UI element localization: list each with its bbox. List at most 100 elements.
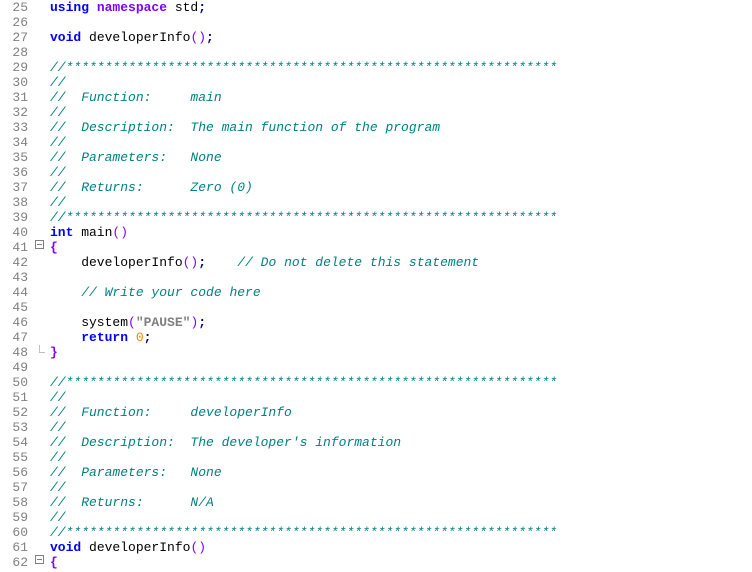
code-line[interactable]: 49 <box>0 360 752 375</box>
token-comment: // Function: main <box>50 90 222 105</box>
code-content[interactable]: // Parameters: None <box>46 465 222 480</box>
code-line[interactable]: 39//************************************… <box>0 210 752 225</box>
token-brace: { <box>50 240 58 255</box>
code-line[interactable]: 40 int main() <box>0 225 752 240</box>
line-number: 25 <box>0 0 32 15</box>
code-content[interactable]: int main() <box>46 225 128 240</box>
code-content[interactable]: // <box>46 390 66 405</box>
code-line[interactable]: 60 //************************************… <box>0 525 752 540</box>
code-content[interactable]: developerInfo(); // Do not delete this s… <box>46 255 479 270</box>
code-content[interactable]: void developerInfo() <box>46 540 206 555</box>
code-editor[interactable]: 25 using namespace std;2627void developer… <box>0 0 752 570</box>
code-line[interactable]: 28 <box>0 45 752 60</box>
code-line[interactable]: 54 // Description: The developer's inform… <box>0 435 752 450</box>
code-line[interactable]: 26 <box>0 15 752 30</box>
code-line[interactable]: 43 <box>0 270 752 285</box>
fold-toggle-icon[interactable] <box>32 555 46 564</box>
token-kw: int <box>50 225 73 240</box>
code-line[interactable]: 36 // <box>0 165 752 180</box>
code-content[interactable]: } <box>46 345 58 360</box>
token-str: "PAUSE" <box>136 315 191 330</box>
code-content[interactable]: // Returns: Zero (0) <box>46 180 253 195</box>
fold-toggle-icon[interactable] <box>32 240 46 249</box>
code-line[interactable]: 45 <box>0 300 752 315</box>
code-line[interactable]: 56 // Parameters: None <box>0 465 752 480</box>
code-line[interactable]: 34// <box>0 135 752 150</box>
code-content[interactable]: // Returns: N/A <box>46 495 214 510</box>
code-content[interactable]: // <box>46 135 66 150</box>
token-comment: // Do not delete this statement <box>237 255 479 270</box>
code-content[interactable]: // <box>46 450 66 465</box>
code-line[interactable]: 31// Function: main <box>0 90 752 105</box>
line-number: 60 <box>0 525 32 540</box>
code-line[interactable]: 33// Description: The main function of t… <box>0 120 752 135</box>
line-number: 41 <box>0 240 32 255</box>
code-content[interactable]: void developerInfo(); <box>46 30 214 45</box>
code-content[interactable]: // <box>46 75 66 90</box>
code-line[interactable]: 48} <box>0 345 752 360</box>
code-content[interactable]: //**************************************… <box>46 525 557 540</box>
line-number: 57 <box>0 480 32 495</box>
code-line[interactable]: 58// Returns: N/A <box>0 495 752 510</box>
token-brace: } <box>50 345 58 360</box>
code-line[interactable]: 44 // Write your code here <box>0 285 752 300</box>
code-content[interactable]: return 0; <box>46 330 151 345</box>
code-line[interactable]: 55// <box>0 450 752 465</box>
line-number: 54 <box>0 435 32 450</box>
code-content[interactable]: system("PAUSE"); <box>46 315 206 330</box>
line-number: 36 <box>0 165 32 180</box>
token-ident <box>50 330 81 345</box>
token-type: namespace <box>97 0 167 15</box>
code-line[interactable]: 41 { <box>0 240 752 255</box>
code-line[interactable]: 62{ <box>0 555 752 570</box>
code-content[interactable]: // Function: main <box>46 90 222 105</box>
code-content[interactable]: // <box>46 480 66 495</box>
line-number: 56 <box>0 465 32 480</box>
code-content[interactable]: // <box>46 195 66 210</box>
code-content[interactable]: //**************************************… <box>46 375 557 390</box>
line-number: 40 <box>0 225 32 240</box>
token-ident: developerInfo <box>81 30 190 45</box>
code-line[interactable]: 52// Function: developerInfo <box>0 405 752 420</box>
token-comment: // Returns: Zero (0) <box>50 180 253 195</box>
code-content[interactable]: { <box>46 240 58 255</box>
line-number: 45 <box>0 300 32 315</box>
code-line[interactable]: 25 using namespace std; <box>0 0 752 15</box>
code-line[interactable]: 61void developerInfo() <box>0 540 752 555</box>
code-content[interactable]: // <box>46 165 66 180</box>
code-content[interactable]: // Function: developerInfo <box>46 405 292 420</box>
code-line[interactable]: 32 // <box>0 105 752 120</box>
code-line[interactable]: 50//************************************… <box>0 375 752 390</box>
code-content[interactable]: //**************************************… <box>46 210 557 225</box>
code-content[interactable]: { <box>46 555 58 570</box>
code-line[interactable]: 42 developerInfo(); // Do not delete thi… <box>0 255 752 270</box>
code-content[interactable]: // Description: The main function of the… <box>46 120 440 135</box>
token-comment: //**************************************… <box>50 210 557 225</box>
code-line[interactable]: 51// <box>0 390 752 405</box>
code-line[interactable]: 38// <box>0 195 752 210</box>
code-line[interactable]: 27void developerInfo(); <box>0 30 752 45</box>
line-number: 30 <box>0 75 32 90</box>
code-line[interactable]: 29 //************************************… <box>0 60 752 75</box>
token-comment: //**************************************… <box>50 525 557 540</box>
code-content[interactable]: // Parameters: None <box>46 150 222 165</box>
code-content[interactable]: // <box>46 510 66 525</box>
token-comment: // <box>50 195 66 210</box>
line-number: 32 <box>0 105 32 120</box>
code-content[interactable]: //**************************************… <box>46 60 557 75</box>
code-line[interactable]: 30 // <box>0 75 752 90</box>
code-line[interactable]: 46 system("PAUSE"); <box>0 315 752 330</box>
code-line[interactable]: 47 return 0; <box>0 330 752 345</box>
code-content[interactable]: // <box>46 420 66 435</box>
code-line[interactable]: 57 // <box>0 480 752 495</box>
code-line[interactable]: 35// Parameters: None <box>0 150 752 165</box>
code-content[interactable]: // Description: The developer's informat… <box>46 435 401 450</box>
line-number: 29 <box>0 60 32 75</box>
code-content[interactable]: // Write your code here <box>46 285 261 300</box>
code-line[interactable]: 59// <box>0 510 752 525</box>
code-line[interactable]: 53// <box>0 420 752 435</box>
code-content[interactable]: using namespace std; <box>46 0 206 15</box>
code-content[interactable]: // <box>46 105 66 120</box>
token-comment: // Write your code here <box>81 285 260 300</box>
code-line[interactable]: 37// Returns: Zero (0) <box>0 180 752 195</box>
